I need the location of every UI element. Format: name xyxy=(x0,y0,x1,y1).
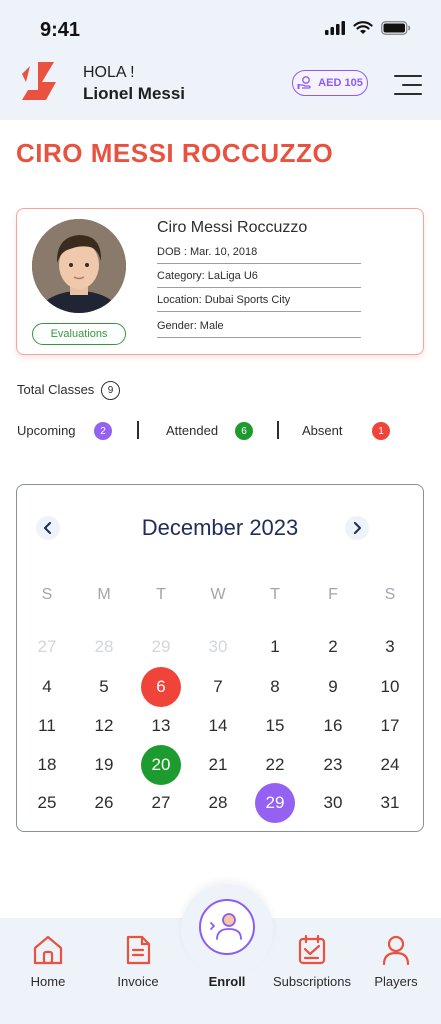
calendar-day[interactable]: 30 xyxy=(313,783,353,823)
calendar-day[interactable]: 15 xyxy=(255,706,295,746)
calendar-day[interactable]: 9 xyxy=(313,667,353,707)
location-field: Location: Dubai Sports City xyxy=(157,294,361,312)
category-field: Category: LaLiga U6 xyxy=(157,270,361,288)
attended-badge: 6 xyxy=(235,422,253,440)
calendar-day[interactable]: 30 xyxy=(198,627,238,667)
user-name: Lionel Messi xyxy=(83,84,186,103)
stat-divider xyxy=(277,421,279,439)
calendar-day[interactable]: 25 xyxy=(27,783,67,823)
weekday-label: S xyxy=(384,586,396,603)
players-icon xyxy=(382,935,410,966)
enroll-label[interactable]: Enroll xyxy=(209,974,246,989)
calendar-day[interactable]: 12 xyxy=(84,706,124,746)
calendar-day[interactable]: 26 xyxy=(84,783,124,823)
weekday-label: W xyxy=(210,586,226,603)
calendar-day[interactable]: 6 xyxy=(141,667,181,707)
weekday-label: T xyxy=(270,586,280,603)
enroll-button[interactable] xyxy=(199,899,255,955)
calendar-day[interactable]: 2 xyxy=(313,627,353,667)
nav-players[interactable]: Players xyxy=(351,934,441,989)
calendar-day[interactable]: 7 xyxy=(198,667,238,707)
absent-badge: 1 xyxy=(372,422,390,440)
attended-label: Attended xyxy=(166,423,219,438)
calendar-day[interactable]: 14 xyxy=(198,706,238,746)
calendar-day[interactable]: 8 xyxy=(255,667,295,707)
home-icon xyxy=(33,935,63,965)
wallet-balance-button[interactable]: AED 105 xyxy=(292,70,368,96)
laliga-logo-icon[interactable] xyxy=(16,60,62,106)
weekday-label: T xyxy=(156,586,166,603)
stat-divider xyxy=(137,421,139,439)
calendar-day[interactable]: 5 xyxy=(84,667,124,707)
class-calendar: December 2023 SMTWTFS 27 28 29 30 1 2 3 4 5 6 7 8 9 1… xyxy=(16,484,424,832)
calendar-day[interactable]: 27 xyxy=(141,783,181,823)
calendar-day[interactable]: 27 xyxy=(27,627,67,667)
calendar-day[interactable]: 10 xyxy=(370,667,410,707)
calendar-day[interactable]: 19 xyxy=(84,745,124,785)
wallet-hand-coin-icon xyxy=(297,76,311,89)
nav-invoice-label: Invoice xyxy=(117,974,159,989)
weekday-label: S xyxy=(41,586,53,603)
calendar-day[interactable]: 24 xyxy=(370,745,410,785)
weekday-label: F xyxy=(328,586,338,603)
signal-icon xyxy=(325,21,345,35)
chevron-right-icon xyxy=(354,522,361,534)
calendar-day[interactable]: 29 xyxy=(255,783,295,823)
battery-icon xyxy=(381,21,411,35)
status-bar: 9:41 xyxy=(0,0,441,56)
calendar-day[interactable]: 18 xyxy=(27,745,67,785)
gender-field: Gender: Male xyxy=(157,320,361,338)
calendar-day[interactable]: 3 xyxy=(370,627,410,667)
calendar-day[interactable]: 16 xyxy=(313,706,353,746)
enroll-user-icon xyxy=(210,913,242,940)
nav-subscriptions[interactable]: Subscriptions xyxy=(267,934,357,989)
wifi-icon xyxy=(353,21,373,34)
nav-players-label: Players xyxy=(374,974,418,989)
next-month-button[interactable] xyxy=(345,516,369,540)
dob-field: DOB : Mar. 10, 2018 xyxy=(157,246,361,264)
weekday-label: M xyxy=(97,586,111,603)
greeting-text: HOLA ! xyxy=(83,64,135,81)
invoice-icon xyxy=(126,935,151,965)
player-avatar xyxy=(32,219,126,313)
wallet-balance-text: AED 105 xyxy=(318,77,363,89)
player-title: CIRO MESSI ROCCUZZO xyxy=(16,138,334,168)
child-name: Ciro Messi Roccuzzo xyxy=(157,219,308,236)
upcoming-badge: 2 xyxy=(94,422,112,440)
player-profile-card: Evaluations Ciro Messi Roccuzzo DOB : Ma… xyxy=(16,208,424,355)
calendar-day[interactable]: 21 xyxy=(198,745,238,785)
total-classes-badge: 9 xyxy=(101,381,120,400)
calendar-day[interactable]: 17 xyxy=(370,706,410,746)
evaluations-button[interactable]: Evaluations xyxy=(32,323,126,345)
app-header: HOLA ! Lionel Messi AED 105 xyxy=(0,56,441,120)
calendar-day[interactable]: 29 xyxy=(141,627,181,667)
calendar-day[interactable]: 23 xyxy=(313,745,353,785)
status-time: 9:41 xyxy=(40,19,81,41)
calendar-day[interactable]: 31 xyxy=(370,783,410,823)
total-classes-label: Total Classes xyxy=(17,382,95,397)
calendar-day[interactable]: 1 xyxy=(255,627,295,667)
nav-home-label: Home xyxy=(30,974,66,989)
upcoming-label: Upcoming xyxy=(17,423,76,438)
nav-invoice[interactable]: Invoice xyxy=(93,934,183,989)
nav-home[interactable]: Home xyxy=(3,934,93,989)
absent-label: Absent xyxy=(302,423,343,438)
subscriptions-icon xyxy=(298,934,326,965)
calendar-day[interactable]: 20 xyxy=(141,745,181,785)
calendar-day[interactable]: 13 xyxy=(141,706,181,746)
calendar-day[interactable]: 4 xyxy=(27,667,67,707)
nav-subscriptions-label: Subscriptions xyxy=(272,974,352,989)
status-icons xyxy=(325,21,411,35)
calendar-day[interactable]: 22 xyxy=(255,745,295,785)
calendar-day[interactable]: 28 xyxy=(198,783,238,823)
hamburger-menu-icon[interactable] xyxy=(394,74,422,96)
calendar-day[interactable]: 11 xyxy=(27,706,67,746)
calendar-day[interactable]: 28 xyxy=(84,627,124,667)
